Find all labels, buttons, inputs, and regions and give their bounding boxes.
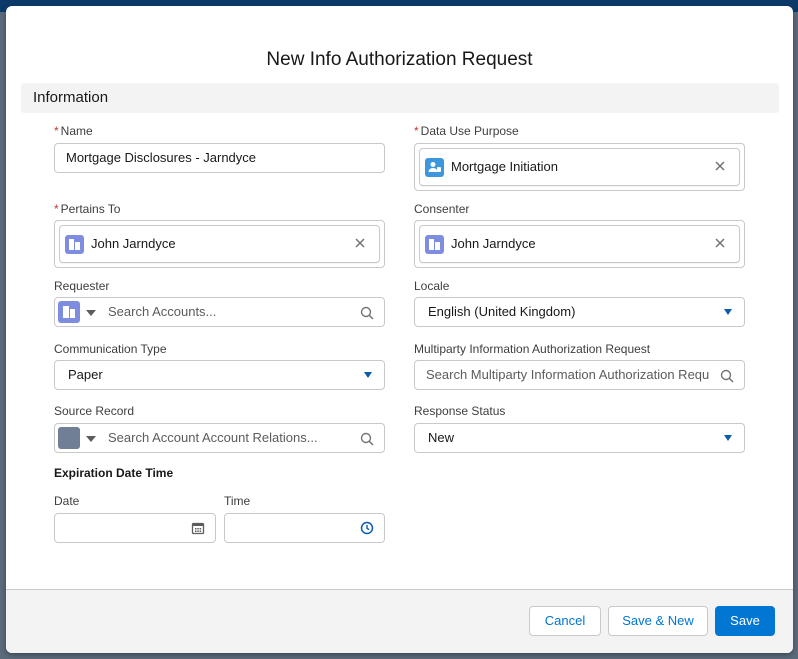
pertains-to-label: * Pertains To [54,202,121,216]
multiparty-search[interactable]: Search Multiparty Information Authorizat… [414,360,745,390]
consenter-pill[interactable]: John Jarndyce [419,225,740,263]
account-relation-icon[interactable] [58,427,80,449]
chevron-down-icon [724,435,732,441]
chevron-down-icon [724,309,732,315]
source-record-label: Source Record [54,404,135,418]
source-record-search[interactable]: Search Account Account Relations... [54,423,385,453]
modal-footer: Cancel Save & New Save [6,589,793,653]
date-label: Date [54,494,80,508]
modal-dialog: New Info Authorization Request Informati… [6,6,793,653]
communication-type-value: Paper [68,367,103,382]
consenter-lookup: John Jarndyce [414,220,745,268]
consenter-label: Consenter [414,202,470,216]
name-input[interactable]: Mortgage Disclosures - Jarndyce [54,143,385,173]
name-label: * Name [54,124,93,138]
requester-search[interactable]: Search Accounts... [54,297,385,327]
modal-title: New Info Authorization Request [266,49,533,70]
cancel-button[interactable]: Cancel [529,606,601,636]
account-icon[interactable] [58,301,80,323]
communication-type-select[interactable]: Paper [54,360,385,390]
locale-label: Locale [414,279,450,293]
chevron-down-icon[interactable] [86,436,96,442]
section-header-information[interactable]: Information [21,83,779,113]
locale-value: English (United Kingdom) [428,304,576,319]
date-input[interactable] [54,513,216,543]
pertains-to-lookup: John Jarndyce [54,220,385,268]
data-use-purpose-value: Mortgage Initiation [451,159,558,174]
requester-label: Requester [54,279,110,293]
multiparty-label: Multiparty Information Authorization Req… [414,342,651,356]
search-icon [360,432,374,446]
data-use-purpose-lookup: Mortgage Initiation [414,143,745,191]
save-button[interactable]: Save [715,606,775,636]
remove-icon[interactable] [353,236,367,250]
chevron-down-icon [364,372,372,378]
data-use-purpose-label: * Data Use Purpose [414,124,519,138]
calendar-icon[interactable] [191,521,205,535]
save-new-button[interactable]: Save & New [608,606,708,636]
pertains-to-value: John Jarndyce [91,236,176,251]
expiration-heading: Expiration Date Time [54,466,174,480]
communication-type-label: Communication Type [54,342,167,356]
remove-icon[interactable] [713,236,727,250]
remove-icon[interactable] [713,159,727,173]
multiparty-placeholder: Search Multiparty Information Authorizat… [426,367,710,382]
clock-icon[interactable] [360,521,374,535]
account-icon [65,235,84,254]
time-label: Time [224,494,251,508]
chevron-down-icon[interactable] [86,310,96,316]
required-marker: * [414,124,419,138]
search-icon [360,306,374,320]
consenter-value: John Jarndyce [451,236,536,251]
locale-select[interactable]: English (United Kingdom) [414,297,745,327]
response-status-label: Response Status [414,404,506,418]
data-use-purpose-icon [425,158,444,177]
data-use-purpose-pill[interactable]: Mortgage Initiation [419,148,740,186]
requester-placeholder: Search Accounts... [108,304,217,319]
account-icon [425,235,444,254]
required-marker: * [54,124,59,138]
time-input[interactable] [224,513,385,543]
required-marker: * [54,202,59,216]
search-icon [720,369,734,383]
pertains-to-pill[interactable]: John Jarndyce [59,225,380,263]
response-status-select[interactable]: New [414,423,745,453]
response-status-value: New [428,430,455,445]
source-record-placeholder: Search Account Account Relations... [108,430,318,445]
